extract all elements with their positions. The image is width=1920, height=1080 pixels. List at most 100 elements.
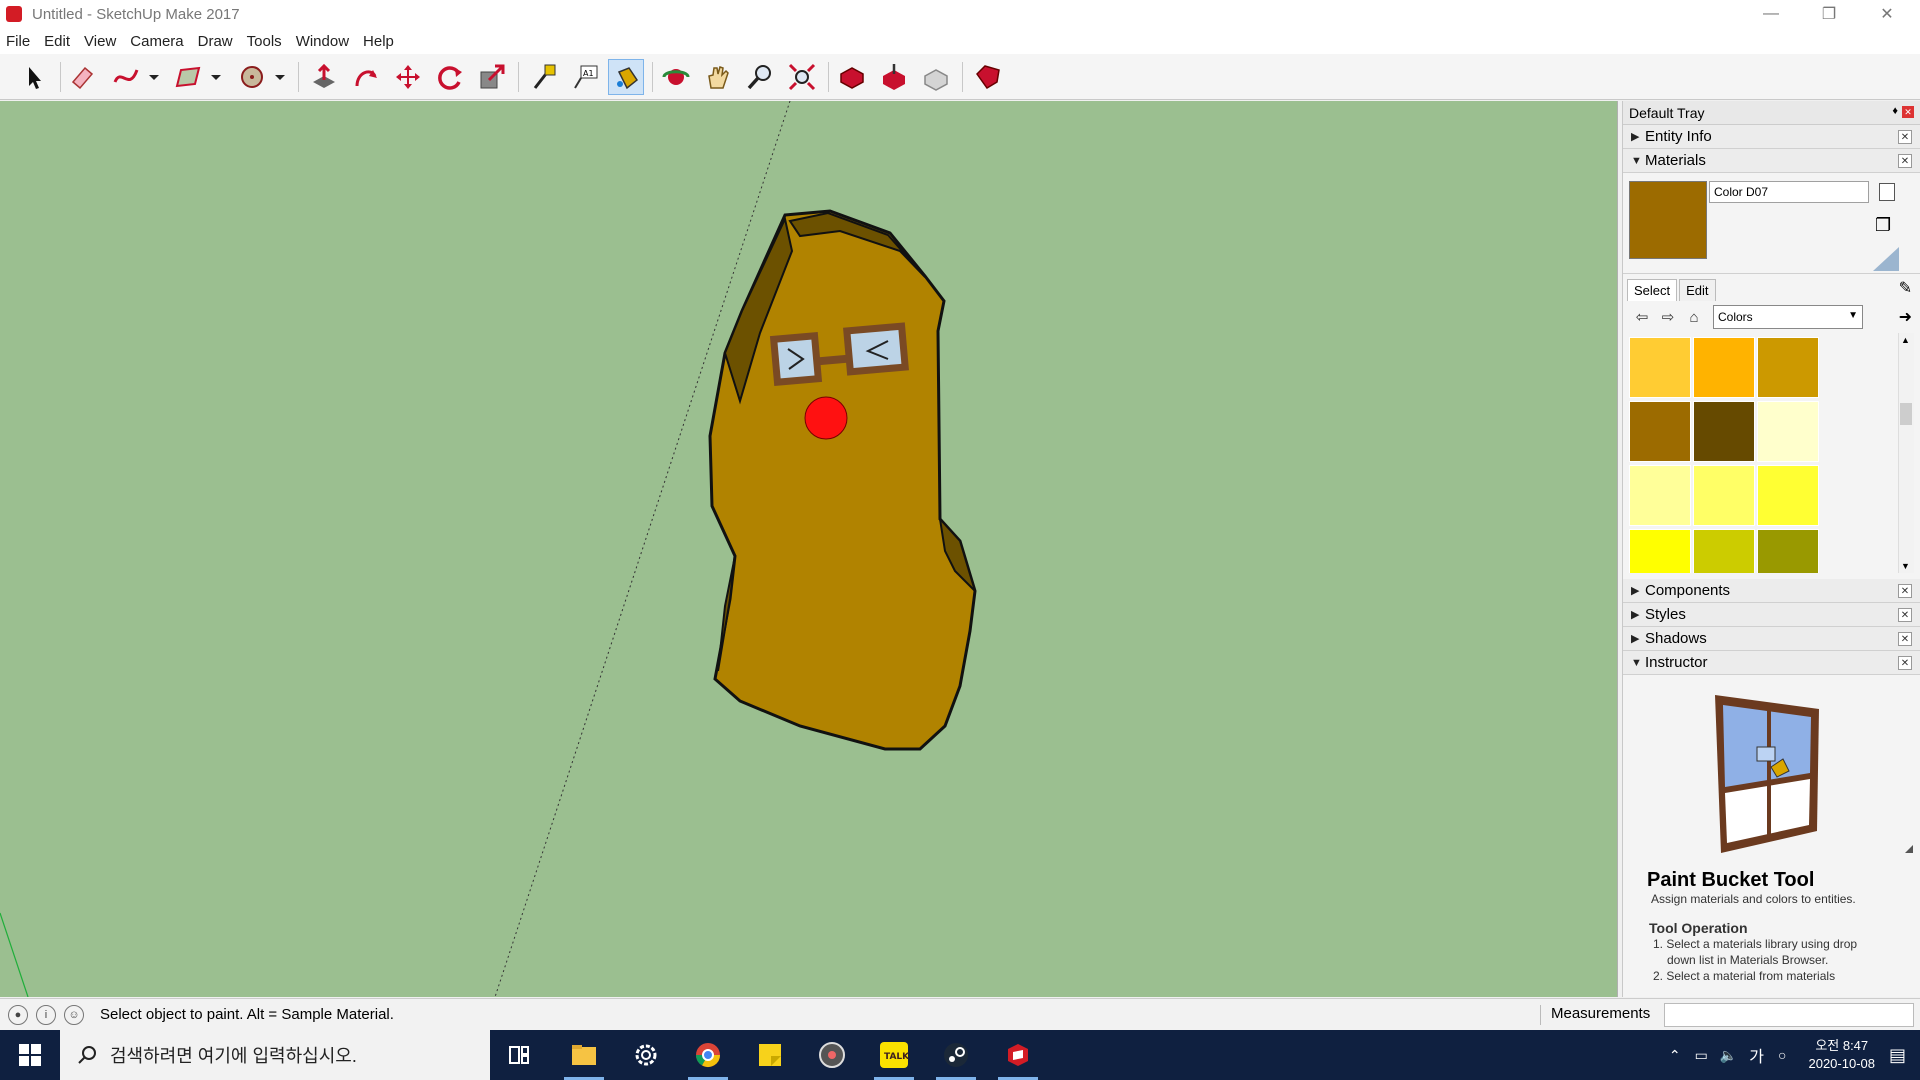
arc-dropdown-chevron-icon[interactable] xyxy=(270,59,290,95)
material-swatch[interactable] xyxy=(1629,465,1691,526)
material-swatch[interactable] xyxy=(1693,465,1755,526)
follow-me-tool-icon[interactable] xyxy=(348,59,384,95)
shapes-tool-icon[interactable] xyxy=(170,59,206,95)
menu-help[interactable]: Help xyxy=(363,33,394,50)
menu-draw[interactable]: Draw xyxy=(198,33,233,50)
user-icon[interactable]: ☺ xyxy=(64,1004,84,1025)
extension-warehouse-icon[interactable] xyxy=(970,59,1006,95)
panel-close-icon[interactable]: ✕ xyxy=(1898,154,1912,168)
minimize-button[interactable]: — xyxy=(1742,0,1800,28)
create-material-icon[interactable]: ❐ xyxy=(1875,215,1897,237)
material-swatch[interactable] xyxy=(1629,401,1691,462)
menu-window[interactable]: Window xyxy=(296,33,349,50)
material-swatch[interactable] xyxy=(1757,529,1819,573)
restore-button[interactable]: ❐ xyxy=(1800,0,1858,28)
panel-close-icon[interactable]: ✕ xyxy=(1898,632,1912,646)
credits-icon[interactable]: i xyxy=(36,1004,56,1025)
panel-entity-info[interactable]: ▶ Entity Info ✕ xyxy=(1623,125,1920,149)
panel-close-icon[interactable]: ✕ xyxy=(1898,584,1912,598)
current-material-swatch[interactable] xyxy=(1629,181,1707,259)
battery-network-icon[interactable]: ▭ xyxy=(1695,1047,1708,1064)
start-button[interactable] xyxy=(0,1030,60,1080)
pin-icon[interactable]: ♦ xyxy=(1892,105,1898,117)
taskbar-clock[interactable]: 오전 8:47 2020-10-08 xyxy=(1808,1037,1875,1073)
panel-close-icon[interactable]: ✕ xyxy=(1898,130,1912,144)
tab-select[interactable]: Select xyxy=(1627,279,1678,301)
pan-tool-icon[interactable] xyxy=(700,59,736,95)
file-explorer-icon[interactable] xyxy=(560,1035,608,1080)
menu-tools[interactable]: Tools xyxy=(247,33,282,50)
taskbar-search[interactable]: 검색하려면 여기에 입력하십시오. xyxy=(60,1030,490,1080)
notification-center-icon[interactable]: ▤ xyxy=(1889,1045,1906,1066)
panel-materials[interactable]: ▼ Materials ✕ xyxy=(1623,149,1920,173)
panel-instructor[interactable]: ▼ Instructor ✕ xyxy=(1623,651,1920,675)
scroll-down-icon[interactable]: ▼ xyxy=(1901,561,1910,571)
sample-paint-icon[interactable] xyxy=(1873,247,1899,271)
display-secondary-icon[interactable] xyxy=(1879,183,1895,201)
kakaotalk-icon[interactable]: TALK xyxy=(870,1035,918,1080)
show-hidden-icons-chevron-icon[interactable]: ⌃ xyxy=(1669,1047,1681,1064)
arc-tool-icon[interactable] xyxy=(234,59,270,95)
swatch-scrollbar[interactable]: ▲ ▼ xyxy=(1898,333,1914,573)
material-swatch[interactable] xyxy=(1629,337,1691,398)
material-swatch[interactable] xyxy=(1757,465,1819,526)
sketchup-taskbar-icon[interactable] xyxy=(994,1035,1042,1080)
material-name-field[interactable]: Color D07 xyxy=(1709,181,1869,203)
select-tool-icon[interactable] xyxy=(16,59,52,95)
3d-warehouse-icon[interactable] xyxy=(834,59,870,95)
panel-close-icon[interactable]: ✕ xyxy=(1898,656,1912,670)
ime-indicator[interactable]: 가 xyxy=(1749,1043,1764,1067)
settings-gear-icon[interactable] xyxy=(622,1035,670,1075)
material-swatch[interactable] xyxy=(1693,401,1755,462)
library-select[interactable]: Colors ▼ xyxy=(1713,305,1863,329)
line-dropdown-chevron-icon[interactable] xyxy=(144,59,164,95)
material-swatch[interactable] xyxy=(1693,337,1755,398)
forward-arrow-icon[interactable]: ⇨ xyxy=(1657,306,1679,328)
menu-file[interactable]: File xyxy=(6,33,30,50)
share-model-icon[interactable] xyxy=(876,59,912,95)
text-tool-icon[interactable]: A1 xyxy=(568,59,604,95)
panel-styles[interactable]: ▶ Styles ✕ xyxy=(1623,603,1920,627)
tape-measure-tool-icon[interactable] xyxy=(526,59,562,95)
eraser-tool-icon[interactable] xyxy=(64,59,100,95)
home-icon[interactable]: ⌂ xyxy=(1683,306,1705,328)
move-tool-icon[interactable] xyxy=(390,59,426,95)
rotate-tool-icon[interactable] xyxy=(432,59,468,95)
material-swatch[interactable] xyxy=(1693,529,1755,573)
push-pull-tool-icon[interactable] xyxy=(306,59,342,95)
scroll-thumb[interactable] xyxy=(1900,403,1912,425)
geolocation-icon[interactable]: ● xyxy=(8,1004,28,1025)
back-arrow-icon[interactable]: ⇦ xyxy=(1631,306,1653,328)
volume-icon[interactable]: 🔈 xyxy=(1720,1047,1737,1064)
share-component-icon[interactable] xyxy=(918,59,954,95)
measurements-input[interactable] xyxy=(1664,1003,1914,1027)
tab-edit[interactable]: Edit xyxy=(1679,279,1716,301)
material-swatch[interactable] xyxy=(1757,337,1819,398)
eyedropper-icon[interactable]: ✎ xyxy=(1899,278,1912,298)
scroll-up-icon[interactable]: ▲ xyxy=(1901,335,1910,345)
details-arrow-icon[interactable]: ➜ xyxy=(1899,307,1912,327)
menu-camera[interactable]: Camera xyxy=(130,33,183,50)
zoom-tool-icon[interactable] xyxy=(742,59,778,95)
peanut-model[interactable] xyxy=(708,209,977,751)
panel-shadows[interactable]: ▶ Shadows ✕ xyxy=(1623,627,1920,651)
material-swatch[interactable] xyxy=(1757,401,1819,462)
menu-edit[interactable]: Edit xyxy=(44,33,70,50)
ime-mode-icon[interactable]: ○ xyxy=(1778,1047,1786,1063)
close-button[interactable]: ✕ xyxy=(1858,0,1916,28)
menu-view[interactable]: View xyxy=(84,33,116,50)
line-tool-icon[interactable] xyxy=(108,59,144,95)
panel-components[interactable]: ▶ Components ✕ xyxy=(1623,579,1920,603)
scale-tool-icon[interactable] xyxy=(474,59,510,95)
tray-close-icon[interactable]: ✕ xyxy=(1902,106,1914,118)
model-viewport[interactable] xyxy=(0,101,1618,997)
chrome-icon[interactable] xyxy=(684,1035,732,1080)
task-view-icon[interactable] xyxy=(496,1035,544,1075)
paint-bucket-tool-icon[interactable] xyxy=(608,59,644,95)
orbit-tool-icon[interactable] xyxy=(658,59,694,95)
zoom-extents-tool-icon[interactable] xyxy=(784,59,820,95)
material-swatch[interactable] xyxy=(1629,529,1691,573)
sticky-notes-icon[interactable] xyxy=(746,1035,794,1075)
steam-icon[interactable] xyxy=(932,1035,980,1080)
panel-close-icon[interactable]: ✕ xyxy=(1898,608,1912,622)
